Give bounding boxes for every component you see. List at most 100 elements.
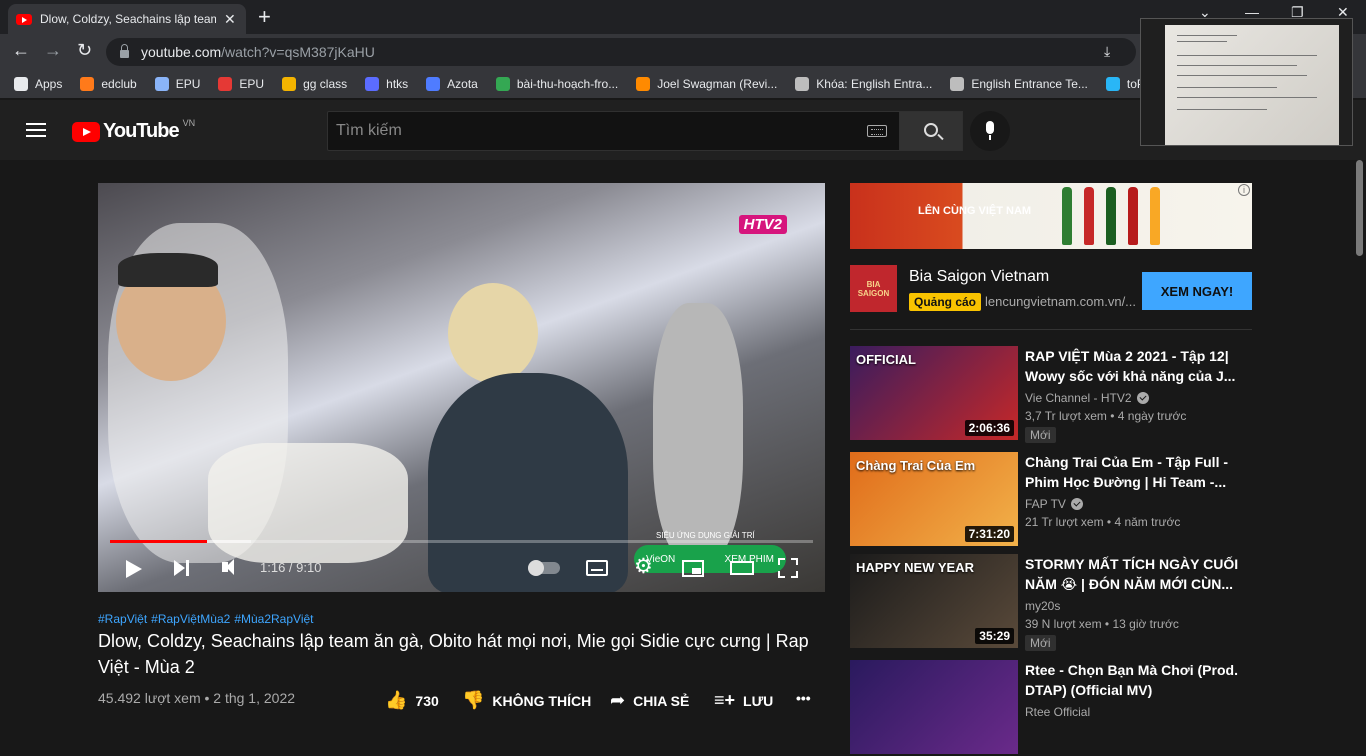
settings-gear-icon[interactable]: ⚙: [634, 556, 653, 577]
keyboard-icon[interactable]: [867, 125, 887, 137]
theater-mode-icon[interactable]: [730, 561, 754, 575]
video-player[interactable]: HTV2 SIÊU ỨNG DỤNG GIẢI TRÍ VieON XEM PHI…: [98, 183, 825, 592]
channel-name[interactable]: Vie Channel - HTV2: [1025, 391, 1149, 405]
globe-icon: [365, 77, 380, 91]
autoplay-toggle[interactable]: [528, 560, 560, 576]
duration-badge: 7:31:20: [964, 526, 1014, 542]
progress-played: [110, 540, 207, 543]
reload-icon[interactable]: ↻: [77, 40, 92, 61]
picture-in-picture-window[interactable]: [1140, 18, 1353, 146]
bookmark-label: htks: [386, 77, 409, 91]
add-to-playlist-icon: ≡+: [714, 690, 736, 710]
video-thumbnail[interactable]: [850, 660, 1018, 754]
url-host: youtube.com: [141, 44, 222, 60]
blogger-icon: [636, 77, 651, 91]
recommended-video-title[interactable]: STORMY MẤT TÍCH NGÀY CUỐI NĂM 😭 | ĐÓN NĂ…: [1025, 554, 1249, 594]
bookmark-item[interactable]: edclub: [80, 77, 137, 91]
address-bar[interactable]: youtube.com/watch?v=qsM387jKaHU: [106, 38, 1136, 66]
hashtag-link[interactable]: #RapViệt: [98, 612, 147, 626]
bookmark-item[interactable]: Apps: [14, 77, 62, 91]
recommended-video-title[interactable]: RAP VIỆT Mùa 2 2021 - Tập 12| Wowy sốc v…: [1025, 346, 1249, 386]
dislike-button[interactable]: 👎 KHÔNG THÍCH: [462, 690, 591, 711]
bottle-graphic: [1128, 187, 1138, 245]
miniplayer-icon[interactable]: [682, 560, 704, 577]
subtitles-icon[interactable]: [586, 560, 608, 576]
bookmark-item[interactable]: bài-thu-hoạch-fro...: [495, 77, 618, 91]
video-thumbnail[interactable]: OFFICIAL 2:06:36: [850, 346, 1018, 440]
bookmark-item[interactable]: English Entrance Te...: [950, 77, 1088, 91]
save-button[interactable]: ≡+ LƯU: [714, 690, 773, 711]
bookmark-item[interactable]: Joel Swagman (Revi...: [636, 77, 777, 91]
ad-advertiser-name[interactable]: Bia Saigon Vietnam: [909, 268, 1049, 286]
ad-url: lencungvietnam.com.vn/...: [985, 294, 1137, 309]
search-input[interactable]: [336, 122, 856, 140]
install-app-icon[interactable]: ⤓: [1104, 43, 1110, 60]
recommended-video[interactable]: Chàng Trai Của Em 7:31:20 Chàng Trai Của E…: [850, 452, 1252, 548]
search-box: [327, 111, 900, 151]
recommended-video[interactable]: Rtee - Chọn Bạn Mà Chơi (Prod. DTAP) (Of…: [850, 660, 1252, 756]
video-title: Dlow, Coldzy, Seachains lập team ăn gà, …: [98, 631, 809, 677]
ad-info-icon[interactable]: i: [1238, 184, 1250, 196]
bookmark-item[interactable]: htks: [365, 77, 408, 91]
voice-search-button[interactable]: [970, 111, 1010, 151]
next-video-icon[interactable]: [174, 560, 189, 576]
channel-name[interactable]: FAP TV: [1025, 497, 1083, 511]
thumbs-up-icon: 👍: [385, 690, 408, 710]
video-thumbnail[interactable]: Chàng Trai Của Em 7:31:20: [850, 452, 1018, 546]
thumbnail-overlay-text: OFFICIAL: [856, 352, 916, 367]
fullscreen-icon[interactable]: [778, 558, 798, 578]
tab-title: Dlow, Coldzy, Seachains lập team: [40, 12, 216, 26]
microphone-icon: [986, 121, 994, 140]
channel-name[interactable]: Rtee Official: [1025, 705, 1090, 719]
recommended-video-title[interactable]: Rtee - Chọn Bạn Mà Chơi (Prod. DTAP) (Of…: [1025, 660, 1249, 700]
ad-banner-image[interactable]: LÊN CÙNG VIỆT NAM: [850, 183, 1252, 249]
like-count: 730: [415, 692, 439, 709]
recommended-video-title[interactable]: Chàng Trai Của Em - Tập Full - Phim Học …: [1025, 452, 1249, 492]
verified-check-icon: [1136, 392, 1149, 404]
lock-icon[interactable]: [120, 44, 129, 58]
bookmark-item[interactable]: EPU: [218, 77, 264, 91]
view-count-date: 45.492 lượt xem • 2 thg 1, 2022: [98, 690, 296, 706]
channel-name[interactable]: my20s: [1025, 599, 1060, 613]
bookmark-item[interactable]: Khóa: English Entra...: [795, 77, 932, 91]
thumbnail-overlay-text: HAPPY NEW YEAR: [856, 560, 974, 575]
bookmark-item[interactable]: gg class: [282, 77, 347, 91]
bookmark-item[interactable]: EPU: [154, 77, 200, 91]
recommended-video[interactable]: OFFICIAL 2:06:36 RAP VIỆT Mùa 2 2021 - Tập…: [850, 346, 1252, 443]
page-scrollbar[interactable]: [1353, 160, 1366, 728]
share-button[interactable]: ➦ CHIA SẺ: [610, 690, 689, 711]
play-icon[interactable]: [126, 560, 142, 578]
more-actions-icon[interactable]: •••: [796, 690, 811, 706]
progress-bar[interactable]: [110, 540, 813, 543]
ad-banner-slogan: LÊN CÙNG VIỆT NAM: [918, 205, 1032, 217]
youtube-logo[interactable]: YouTube VN: [72, 118, 195, 143]
bottle-graphic: [1106, 187, 1116, 245]
bookmark-label: gg class: [303, 77, 348, 91]
hashtag-link[interactable]: #RapViệtMùa2: [151, 612, 230, 626]
forward-icon[interactable]: →: [44, 40, 62, 61]
recommended-video[interactable]: HAPPY NEW YEAR 35:29 STORMY MẤT TÍCH NGÀY …: [850, 554, 1252, 651]
bookmark-item[interactable]: Azota: [426, 77, 478, 91]
tab-close-icon[interactable]: ✕: [224, 11, 236, 28]
back-icon[interactable]: ←: [12, 40, 30, 61]
video-thumbnail[interactable]: HAPPY NEW YEAR 35:29: [850, 554, 1018, 648]
scene-table: [208, 443, 408, 563]
volume-icon[interactable]: [222, 559, 234, 575]
hamburger-menu-icon[interactable]: [26, 123, 46, 137]
bia-saigon-logo[interactable]: BIA SAIGON: [850, 265, 897, 312]
hashtag-link[interactable]: #Mùa2RapViệt: [234, 612, 313, 626]
save-label: LƯU: [743, 692, 774, 709]
course-icon: [795, 77, 810, 91]
browser-tab-active[interactable]: Dlow, Coldzy, Seachains lập team ✕: [8, 4, 246, 34]
new-tab-button[interactable]: +: [258, 4, 271, 30]
like-button[interactable]: 👍 730: [385, 690, 439, 711]
scrollbar-thumb[interactable]: [1356, 160, 1363, 256]
search-button[interactable]: [899, 111, 963, 151]
bookmark-label: Joel Swagman (Revi...: [657, 77, 778, 91]
thumbs-down-icon: 👎: [462, 690, 485, 710]
share-arrow-icon: ➦: [610, 690, 626, 710]
bottle-graphic: [1150, 187, 1160, 245]
new-badge: Mới: [1025, 635, 1056, 651]
ad-cta-button[interactable]: XEM NGAY!: [1142, 272, 1252, 310]
url-text: youtube.com/watch?v=qsM387jKaHU: [141, 44, 375, 60]
